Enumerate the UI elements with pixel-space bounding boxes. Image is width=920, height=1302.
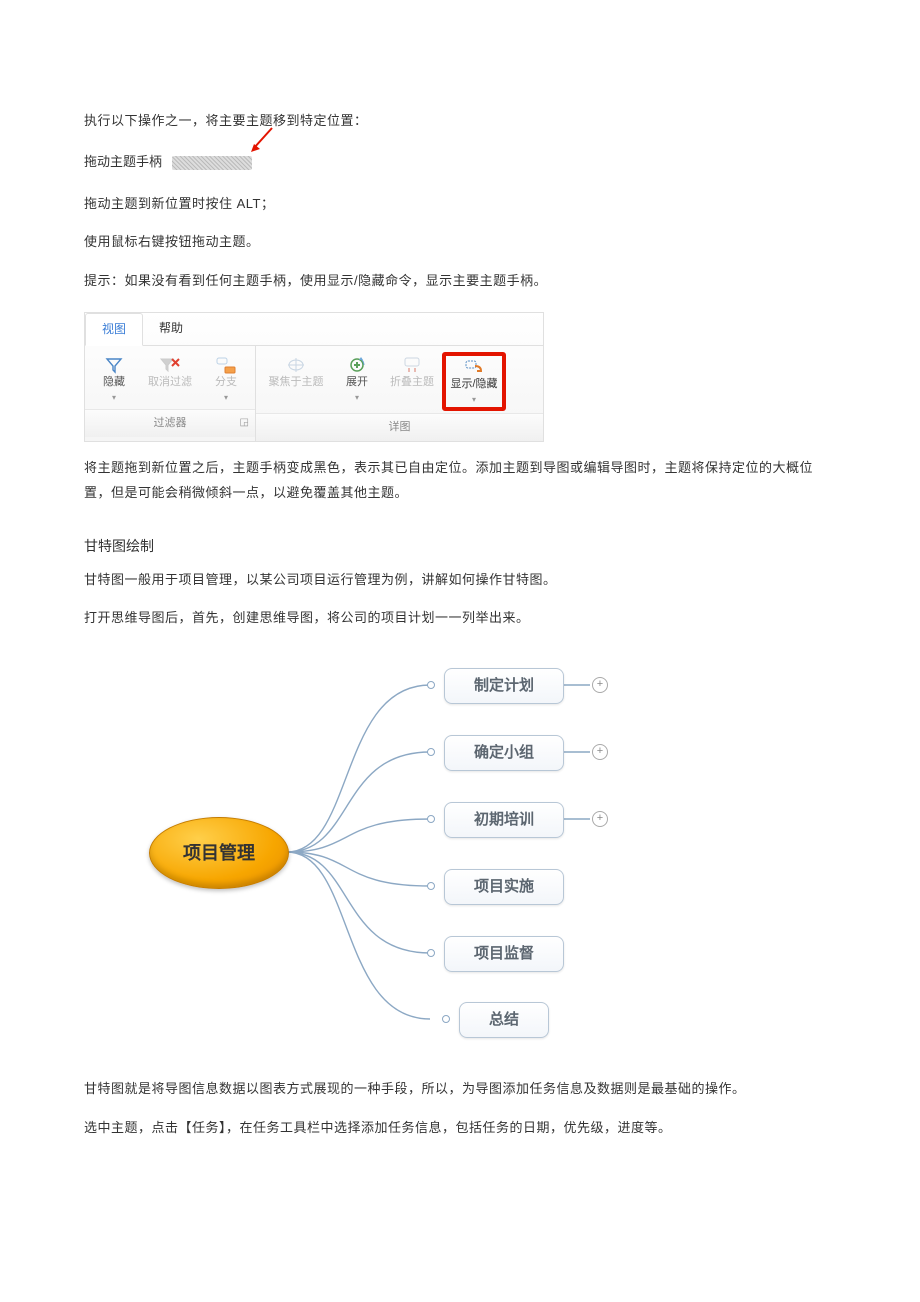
dropdown-arrow-icon: ▾ bbox=[334, 390, 380, 405]
hide-button[interactable]: 隐藏 ▾ bbox=[89, 352, 139, 407]
cancel-filter-button[interactable]: 取消过滤 bbox=[139, 352, 201, 407]
button-label: 分支 bbox=[203, 376, 249, 389]
button-label: 折叠主题 bbox=[384, 376, 440, 389]
topic-handle-illustration bbox=[172, 156, 252, 170]
button-label: 展开 bbox=[334, 376, 380, 389]
group-label: 过滤器 bbox=[154, 417, 187, 429]
branch-icon bbox=[203, 354, 249, 376]
tab-help[interactable]: 帮助 bbox=[143, 313, 199, 345]
paragraph: 选中主题，点击【任务】，在任务工具栏中选择添加任务信息，包括任务的日期，优先级，… bbox=[84, 1116, 836, 1141]
show-hide-icon bbox=[446, 356, 502, 378]
mindmap-illustration: 项目管理 制定计划 确定小组 初期培训 项目实施 项目监督 总结 + + + bbox=[144, 657, 624, 1057]
ribbon-group-filter: 隐藏 ▾ 取消过滤 分支 ▾ bbox=[85, 346, 256, 441]
mindmap-node[interactable]: 项目实施 bbox=[444, 869, 564, 905]
ribbon-body: 隐藏 ▾ 取消过滤 分支 ▾ bbox=[85, 346, 543, 441]
button-label: 取消过滤 bbox=[141, 376, 199, 389]
focus-topic-button[interactable]: 聚焦于主题 bbox=[260, 352, 332, 411]
dropdown-arrow-icon: ▾ bbox=[203, 390, 249, 405]
funnel-cancel-icon bbox=[141, 354, 199, 376]
expand-icon bbox=[334, 354, 380, 376]
paragraph: 甘特图就是将导图信息数据以图表方式展现的一种手段，所以，为导图添加任务信息及数据… bbox=[84, 1077, 836, 1102]
mindmap-node[interactable]: 制定计划 bbox=[444, 668, 564, 704]
mindmap-node[interactable]: 项目监督 bbox=[444, 936, 564, 972]
button-label: 隐藏 bbox=[91, 376, 137, 389]
tab-view[interactable]: 视图 bbox=[85, 313, 143, 346]
drag-handle-label: 拖动主题手柄 bbox=[84, 150, 162, 175]
drag-handle-line: 拖动主题手柄 bbox=[84, 148, 836, 178]
ribbon-group-detail: 聚焦于主题 展开 ▾ 折叠主题 bbox=[256, 346, 543, 441]
collapse-icon bbox=[384, 354, 440, 376]
paragraph: 将主题拖到新位置之后，主题手柄变成黑色，表示其已自由定位。添加主题到导图或编辑导… bbox=[84, 456, 836, 505]
branch-button[interactable]: 分支 ▾ bbox=[201, 352, 251, 407]
show-hide-button[interactable]: 显示/隐藏 ▾ bbox=[442, 352, 506, 411]
paragraph: 拖动主题到新位置时按住 ALT； bbox=[84, 192, 836, 217]
focus-icon bbox=[262, 354, 330, 376]
dialog-launcher-icon[interactable]: ◲ bbox=[240, 413, 249, 432]
paragraph: 执行以下操作之一，将主要主题移到特定位置： bbox=[84, 109, 836, 134]
expand-button[interactable]: 展开 ▾ bbox=[332, 352, 382, 411]
group-label: 详图 bbox=[389, 421, 411, 433]
dropdown-arrow-icon: ▾ bbox=[446, 392, 502, 407]
document-page: 执行以下操作之一，将主要主题移到特定位置： 拖动主题手柄 拖动主题到新位置时按住… bbox=[0, 0, 920, 1215]
section-heading-gantt: 甘特图绘制 bbox=[84, 535, 836, 562]
mindmap-central-topic[interactable]: 项目管理 bbox=[149, 817, 289, 889]
dropdown-arrow-icon: ▾ bbox=[91, 390, 137, 405]
button-label: 聚焦于主题 bbox=[262, 376, 330, 389]
paragraph: 使用鼠标右键按钮拖动主题。 bbox=[84, 230, 836, 255]
ribbon-tabs: 视图 帮助 bbox=[85, 313, 543, 346]
mindmap-node[interactable]: 总结 bbox=[459, 1002, 549, 1038]
red-arrow-icon bbox=[252, 148, 282, 178]
mindmap-node[interactable]: 确定小组 bbox=[444, 735, 564, 771]
collapse-topic-button[interactable]: 折叠主题 bbox=[382, 352, 442, 411]
funnel-icon bbox=[91, 354, 137, 376]
mindmap-node[interactable]: 初期培训 bbox=[444, 802, 564, 838]
button-label: 显示/隐藏 bbox=[446, 378, 502, 391]
paragraph: 打开思维导图后，首先，创建思维导图，将公司的项目计划一一列举出来。 bbox=[84, 606, 836, 631]
ribbon-toolbar: 视图 帮助 隐藏 ▾ 取消过滤 bbox=[84, 312, 544, 442]
paragraph: 甘特图一般用于项目管理，以某公司项目运行管理为例，讲解如何操作甘特图。 bbox=[84, 568, 836, 593]
paragraph: 提示：如果没有看到任何主题手柄，使用显示/隐藏命令，显示主要主题手柄。 bbox=[84, 269, 836, 294]
